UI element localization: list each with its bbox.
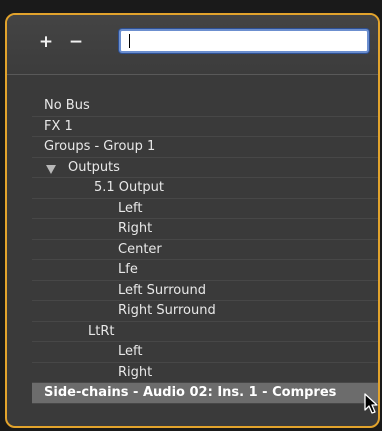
list-item-center[interactable]: Center [32,240,378,260]
list-item-label: No Bus [44,98,90,113]
list-item-ltrt[interactable]: LtRt [32,322,378,342]
list-item-no-bus[interactable]: No Bus [32,96,378,117]
toolbar: + − [7,15,378,75]
mouse-pointer-icon [364,393,378,414]
list-item-label: Right [118,221,153,236]
list-item-label: Outputs [68,159,120,175]
list-item-label: LtRt [88,323,115,339]
list-item-label: FX 1 [44,118,73,134]
list-item-label: Left [118,200,143,216]
list-item-label: Left Surround [118,282,206,298]
routing-popup: + − No Bus FX 1 Groups - Group 1 Outputs… [5,13,380,428]
list-item-label: Left [118,344,143,359]
list-item-fx1[interactable]: FX 1 [32,117,378,137]
bus-list: No Bus FX 1 Groups - Group 1 Outputs 5.1… [32,96,378,404]
list-item-side-chains[interactable]: Side-chains - Audio 02: Ins. 1 - Compres [32,383,378,404]
remove-button[interactable]: − [67,33,85,51]
list-item-ltrt-left[interactable]: Left [32,342,378,363]
triangle-down-icon[interactable] [46,164,56,174]
list-item-left[interactable]: Left [32,199,378,219]
list-item-right[interactable]: Right [32,219,378,240]
list-item-label: Right [118,364,153,380]
list-item-label: Right Surround [118,303,216,318]
list-item-groups[interactable]: Groups - Group 1 [32,137,378,158]
list-item-label: Lfe [118,262,138,277]
list-item-5-1-output[interactable]: 5.1 Output [32,178,378,199]
list-item-outputs[interactable]: Outputs [32,158,378,178]
list-item-label: Center [118,241,162,257]
list-item-label: 5.1 Output [94,180,164,195]
add-button[interactable]: + [37,33,55,51]
list-item-ltrt-right[interactable]: Right [32,363,378,383]
list-item-left-surround[interactable]: Left Surround [32,281,378,301]
list-item-lfe[interactable]: Lfe [32,260,378,281]
search-input[interactable] [119,29,369,53]
toolbar-divider [7,74,378,75]
list-item-label: Groups - Group 1 [44,139,156,154]
text-caret [129,34,130,48]
list-item-right-surround[interactable]: Right Surround [32,301,378,322]
list-item-label: Side-chains - Audio 02: Ins. 1 - Compres [44,385,337,400]
